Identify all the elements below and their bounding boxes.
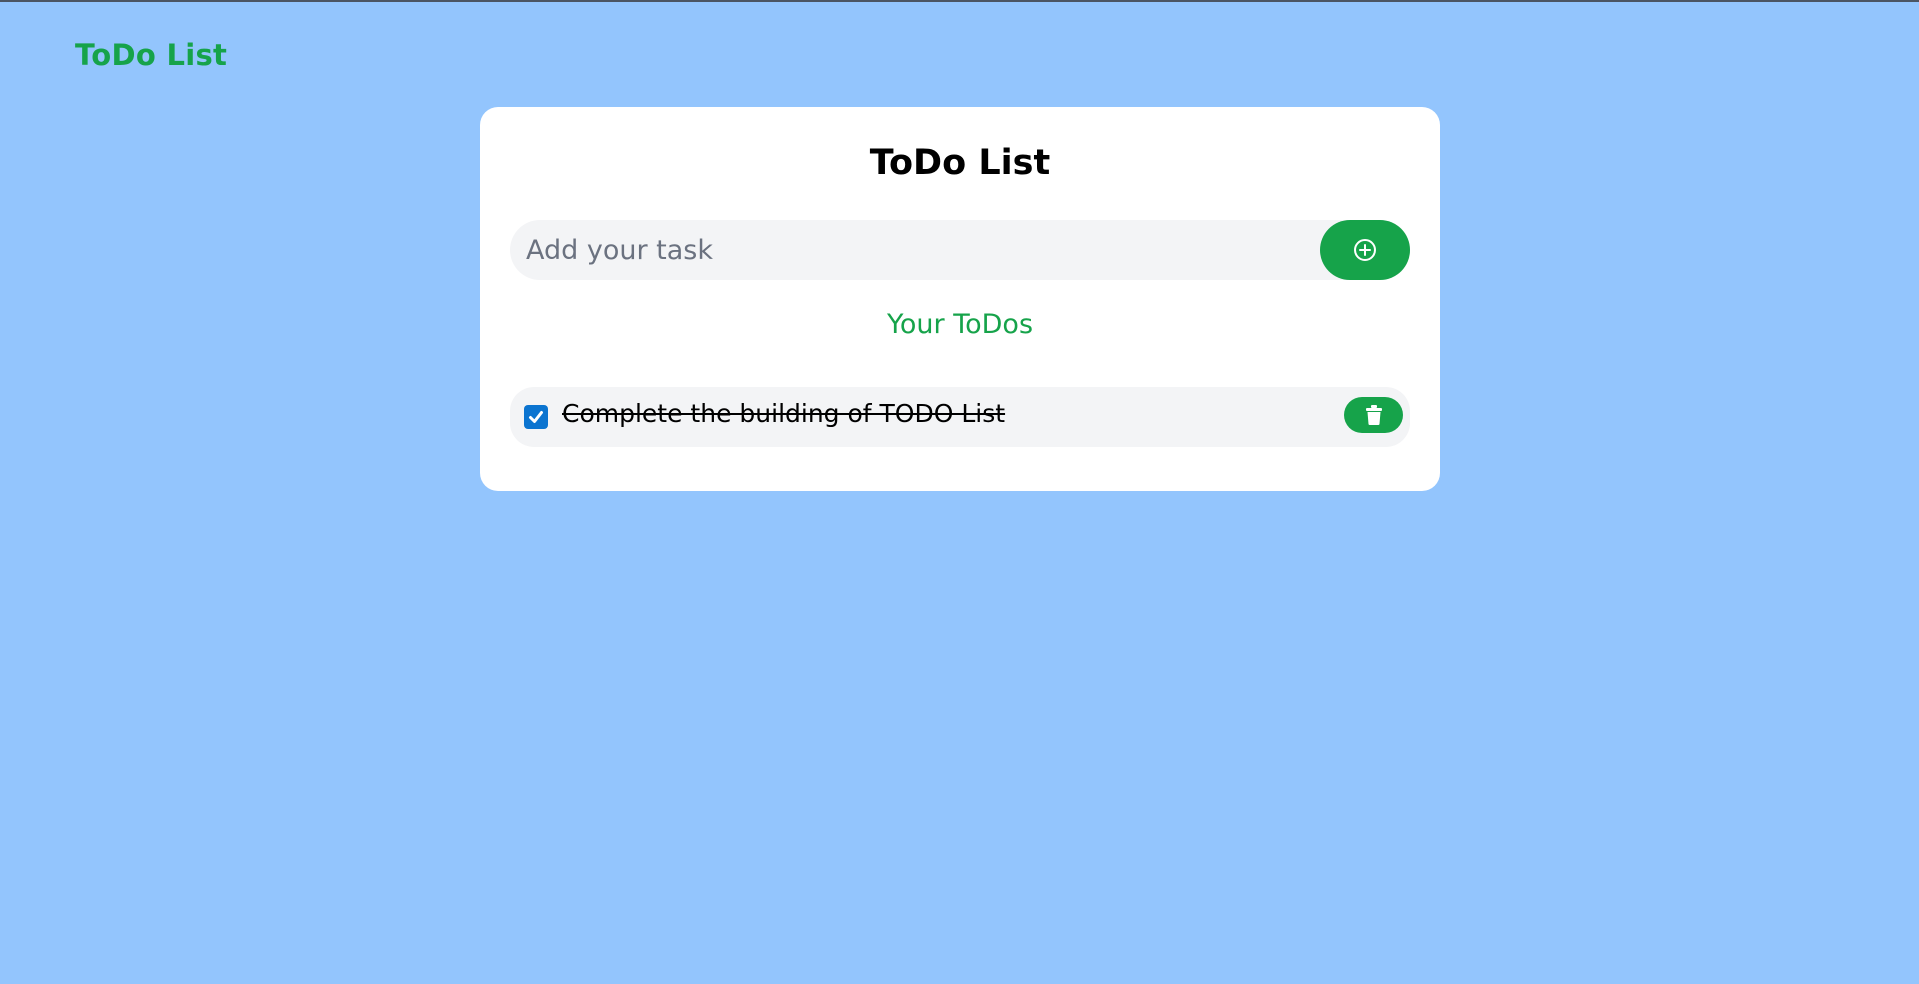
todo-text: Complete the building of TODO List xyxy=(562,399,1006,428)
page-title: ToDo List xyxy=(869,143,1051,183)
section-title: Your ToDos xyxy=(886,309,1034,340)
task-input[interactable] xyxy=(510,220,1300,280)
trash-icon xyxy=(1365,405,1382,425)
todo-checkbox[interactable] xyxy=(524,405,548,429)
add-task-row xyxy=(510,220,1410,280)
plus-circle-icon xyxy=(1353,238,1377,262)
checkmark-icon xyxy=(529,411,543,423)
todo-item: Complete the building of TODO List xyxy=(510,387,1410,447)
delete-todo-button[interactable] xyxy=(1344,397,1403,433)
brand-logo[interactable]: ToDo List xyxy=(75,38,227,72)
todo-card: ToDo List Your ToDos Complete the buildi… xyxy=(480,107,1440,491)
add-task-button[interactable] xyxy=(1320,220,1410,280)
